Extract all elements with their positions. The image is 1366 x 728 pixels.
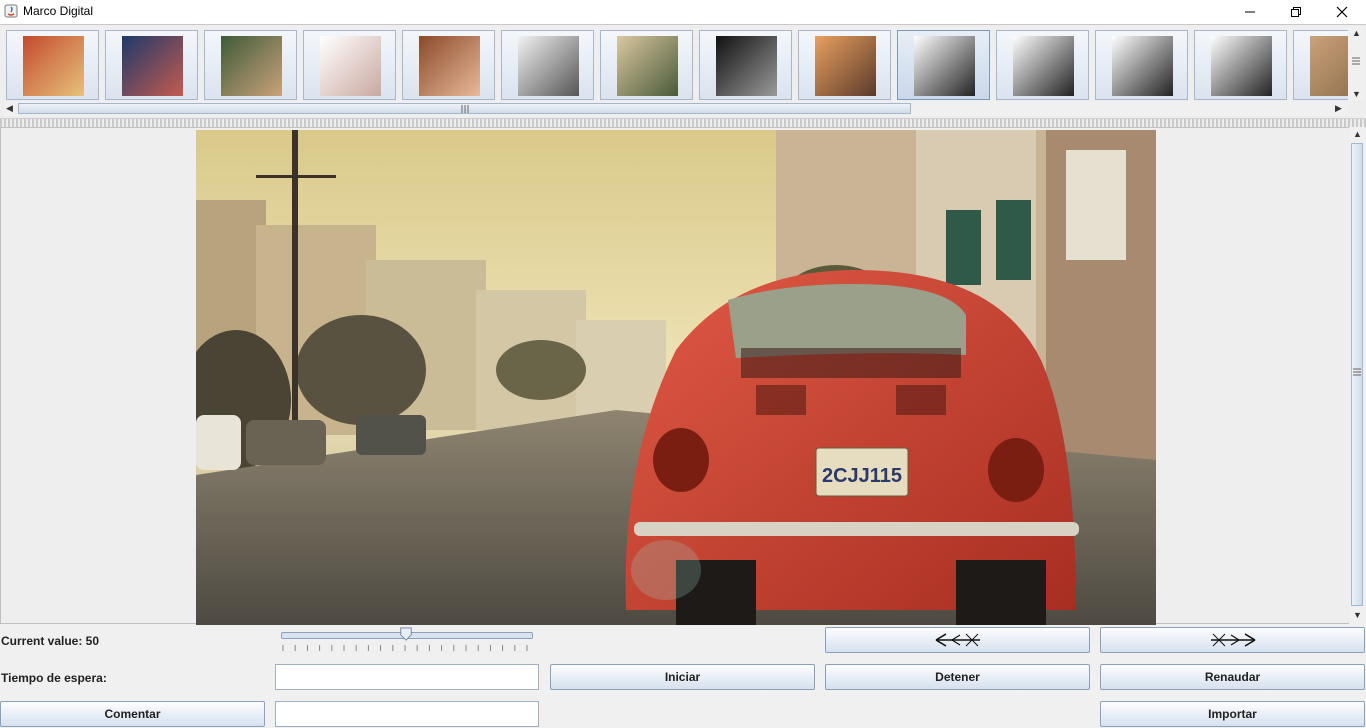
thumb-comic-1 [914,36,975,96]
thumb-comic-4 [1211,36,1272,96]
thumbnail-10[interactable] [897,30,990,100]
thumbnail-12[interactable] [1095,30,1188,100]
minimize-button[interactable] [1227,0,1273,24]
thumbnail-9[interactable] [798,30,891,100]
thumb-couple [419,36,480,96]
title-bar: Marco Digital [0,0,1366,24]
next-button[interactable] [1100,627,1365,653]
minimize-icon [1245,11,1255,13]
scroll-down-icon[interactable]: ▼ [1353,610,1362,620]
thumbnail-3[interactable] [204,30,297,100]
thumbnail-list [6,30,1348,102]
thumb-baby [1310,36,1348,96]
import-button[interactable]: Importar [1100,701,1365,727]
thumb-bw-collage [716,36,777,96]
scroll-grip-icon [1353,368,1361,376]
stop-button[interactable]: Detener [825,664,1090,690]
left-arrow-icon [935,633,980,647]
thumbnail-5[interactable] [402,30,495,100]
thumbnail-2[interactable] [105,30,198,100]
comment-input[interactable] [275,701,539,727]
main-photo: 2CJJ115 [196,130,1156,625]
slider-knob[interactable] [399,627,413,641]
thumbnail-13[interactable] [1194,30,1287,100]
license-plate-text: 2CJJ115 [822,465,902,487]
thumb-stormy-sky [122,36,183,96]
java-app-icon [4,4,18,18]
restore-button[interactable] [1273,0,1319,24]
thumb-red-beetle [23,36,84,96]
thumb-sketch [320,36,381,96]
scroll-left-icon[interactable]: ◀ [6,103,13,114]
previous-button[interactable] [825,627,1090,653]
current-value-label: Current value: 50 [1,634,100,648]
thumb-comic-2 [1013,36,1074,96]
thumb-sunset-collage [815,36,876,96]
thumbnail-6[interactable] [501,30,594,100]
thumb-woman-forest [221,36,282,96]
slider-ticks [282,645,528,651]
thumb-couple-field [617,36,678,96]
thumbnail-11[interactable] [996,30,1089,100]
start-button[interactable]: Iniciar [550,664,815,690]
wait-time-label: Tiempo de espera: [1,671,107,685]
thumbnail-1[interactable] [6,30,99,100]
thumbnail-4[interactable] [303,30,396,100]
thumb-drawing [518,36,579,96]
thumbnail-14[interactable] [1293,30,1348,100]
scroll-grip-icon [461,105,469,113]
vertical-scroll-thumb[interactable] [1351,143,1363,606]
thumbnail-7[interactable] [600,30,693,100]
thumbnail-horizontal-scrollbar[interactable]: ◀ ▶ [4,102,1348,116]
thumbnail-8[interactable] [699,30,792,100]
scroll-up-icon[interactable]: ▲ [1353,129,1362,139]
close-button[interactable] [1319,0,1365,24]
scroll-grip-icon [1352,57,1360,65]
interval-slider[interactable] [281,627,533,655]
thumbnail-vertical-scrollbar[interactable]: ▲ ▼ [1348,27,1364,101]
resume-button[interactable]: Renaudar [1100,664,1365,690]
thumb-comic-3 [1112,36,1173,96]
viewer-vertical-scrollbar[interactable]: ▲ ▼ [1349,127,1365,624]
comment-button[interactable]: Comentar [0,701,265,727]
scroll-right-icon[interactable]: ▶ [1335,103,1342,114]
thumbnail-strip: ▲ ▼ ◀ ▶ [0,24,1366,119]
scroll-down-icon[interactable]: ▼ [1352,89,1361,99]
scroll-up-icon[interactable]: ▲ [1352,28,1361,38]
window-title: Marco Digital [23,4,94,18]
restore-icon [1291,7,1301,17]
wait-time-input[interactable] [275,664,539,690]
right-arrow-icon [1210,633,1255,647]
horizontal-scroll-thumb[interactable] [18,103,911,114]
image-viewer: 2CJJ115 [0,127,1350,625]
close-icon [1336,6,1348,18]
